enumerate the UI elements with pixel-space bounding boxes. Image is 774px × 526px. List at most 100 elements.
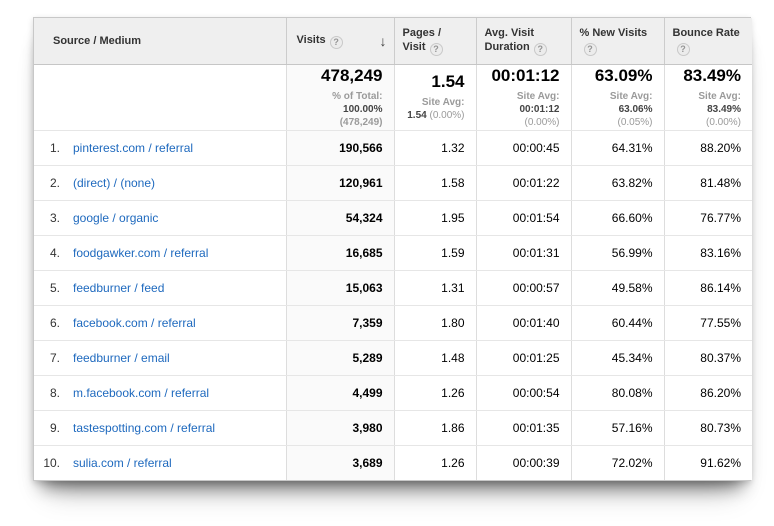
table-row: 5.feedburner / feed 15,063 1.31 00:00:57… bbox=[34, 270, 752, 305]
column-header-pages-visit[interactable]: Pages / Visit? bbox=[394, 18, 476, 64]
table-row: 9.tastespotting.com / referral 3,980 1.8… bbox=[34, 410, 752, 445]
summary-empty-cell bbox=[34, 64, 286, 130]
new-visits-cell: 56.99% bbox=[571, 235, 664, 270]
visits-cell: 3,689 bbox=[286, 445, 394, 480]
source-link[interactable]: pinterest.com / referral bbox=[73, 141, 193, 155]
visits-cell: 4,499 bbox=[286, 375, 394, 410]
source-cell: 10.sulia.com / referral bbox=[34, 445, 286, 480]
new-visits-cell: 63.82% bbox=[571, 165, 664, 200]
row-index: 1. bbox=[34, 141, 60, 155]
table-row: 7.feedburner / email 5,289 1.48 00:01:25… bbox=[34, 340, 752, 375]
bounce-rate-cell: 76.77% bbox=[664, 200, 752, 235]
column-label: Duration bbox=[485, 41, 530, 53]
source-cell: 8.m.facebook.com / referral bbox=[34, 375, 286, 410]
row-index: 3. bbox=[34, 211, 60, 225]
avg-duration-cell: 00:01:35 bbox=[476, 410, 571, 445]
table-row: 1.pinterest.com / referral 190,566 1.32 … bbox=[34, 130, 752, 165]
source-cell: 9.tastespotting.com / referral bbox=[34, 410, 286, 445]
column-label: % New Visits bbox=[580, 26, 656, 40]
visits-cell: 16,685 bbox=[286, 235, 394, 270]
bounce-rate-cell: 81.48% bbox=[664, 165, 752, 200]
row-index: 7. bbox=[34, 351, 60, 365]
new-visits-cell: 60.44% bbox=[571, 305, 664, 340]
new-visits-cell: 66.60% bbox=[571, 200, 664, 235]
summary-visits: 478,249 % of Total: 100.00% (478,249) bbox=[286, 64, 394, 130]
avg-duration-cell: 00:00:57 bbox=[476, 270, 571, 305]
source-cell: 5.feedburner / feed bbox=[34, 270, 286, 305]
row-index: 2. bbox=[34, 176, 60, 190]
source-medium-table: Source / Medium Visits? ↓ Pages / Visit?… bbox=[33, 17, 751, 481]
column-label: Bounce Rate bbox=[673, 26, 745, 40]
visits-cell: 54,324 bbox=[286, 200, 394, 235]
summary-value: 00:01:12 bbox=[488, 66, 560, 86]
source-link[interactable]: feedburner / feed bbox=[73, 281, 164, 295]
avg-duration-cell: 00:01:31 bbox=[476, 235, 571, 270]
pages-visit-cell: 1.59 bbox=[394, 235, 476, 270]
bounce-rate-cell: 80.73% bbox=[664, 410, 752, 445]
visits-cell: 3,980 bbox=[286, 410, 394, 445]
column-label: Visits bbox=[297, 34, 326, 46]
source-link[interactable]: m.facebook.com / referral bbox=[73, 386, 209, 400]
pages-visit-cell: 1.95 bbox=[394, 200, 476, 235]
bounce-rate-cell: 83.16% bbox=[664, 235, 752, 270]
help-icon[interactable]: ? bbox=[584, 43, 597, 56]
header-row: Source / Medium Visits? ↓ Pages / Visit?… bbox=[34, 18, 752, 64]
column-header-source-medium[interactable]: Source / Medium bbox=[34, 18, 286, 64]
new-visits-cell: 72.02% bbox=[571, 445, 664, 480]
help-icon[interactable]: ? bbox=[330, 36, 343, 49]
source-cell: 7. feedburner / email bbox=[34, 340, 286, 375]
avg-duration-cell: 00:00:45 bbox=[476, 130, 571, 165]
analytics-report-canvas: Source / Medium Visits? ↓ Pages / Visit?… bbox=[0, 0, 774, 526]
help-icon[interactable]: ? bbox=[534, 43, 547, 56]
source-cell: 1. pinterest.com / referral bbox=[34, 130, 286, 165]
bounce-rate-cell: 86.20% bbox=[664, 375, 752, 410]
new-visits-cell: 57.16% bbox=[571, 410, 664, 445]
table-row: 10.sulia.com / referral 3,689 1.26 00:00… bbox=[34, 445, 752, 480]
bounce-rate-cell: 86.14% bbox=[664, 270, 752, 305]
help-icon[interactable]: ? bbox=[677, 43, 690, 56]
source-link[interactable]: facebook.com / referral bbox=[73, 316, 196, 330]
summary-value: 1.54 bbox=[406, 72, 465, 92]
sort-descending-icon[interactable]: ↓ bbox=[380, 34, 387, 48]
avg-duration-cell: 00:01:25 bbox=[476, 340, 571, 375]
table-row: 8.m.facebook.com / referral 4,499 1.26 0… bbox=[34, 375, 752, 410]
source-link[interactable]: feedburner / email bbox=[73, 351, 170, 365]
avg-duration-cell: 00:00:39 bbox=[476, 445, 571, 480]
source-cell: 6.facebook.com / referral bbox=[34, 305, 286, 340]
summary-avg-visit-duration: 00:01:12 Site Avg: 00:01:12 (0.00%) bbox=[476, 64, 571, 130]
summary-value: 478,249 bbox=[298, 66, 383, 86]
source-link[interactable]: google / organic bbox=[73, 211, 158, 225]
row-index: 4. bbox=[34, 246, 60, 260]
help-icon[interactable]: ? bbox=[430, 43, 443, 56]
column-header-avg-visit-duration[interactable]: Avg. Visit Duration? bbox=[476, 18, 571, 64]
pages-visit-cell: 1.26 bbox=[394, 445, 476, 480]
pages-visit-cell: 1.48 bbox=[394, 340, 476, 375]
column-label: Source / Medium bbox=[53, 35, 141, 47]
visits-cell: 120,961 bbox=[286, 165, 394, 200]
source-link[interactable]: (direct) / (none) bbox=[73, 176, 155, 190]
source-link[interactable]: sulia.com / referral bbox=[73, 456, 172, 470]
pages-visit-cell: 1.31 bbox=[394, 270, 476, 305]
column-header-visits[interactable]: Visits? ↓ bbox=[286, 18, 394, 64]
pages-visit-cell: 1.32 bbox=[394, 130, 476, 165]
avg-duration-cell: 00:01:40 bbox=[476, 305, 571, 340]
summary-bounce-rate: 83.49% Site Avg: 83.49% (0.00%) bbox=[664, 64, 752, 130]
new-visits-cell: 49.58% bbox=[571, 270, 664, 305]
column-header-bounce-rate[interactable]: Bounce Rate ? bbox=[664, 18, 752, 64]
summary-row: 478,249 % of Total: 100.00% (478,249) 1.… bbox=[34, 64, 752, 130]
bounce-rate-cell: 91.62% bbox=[664, 445, 752, 480]
source-link[interactable]: foodgawker.com / referral bbox=[73, 246, 208, 260]
column-label: Visit bbox=[403, 41, 426, 53]
summary-value: 83.49% bbox=[676, 66, 742, 86]
pages-visit-cell: 1.80 bbox=[394, 305, 476, 340]
summary-pages-visit: 1.54 Site Avg: 1.54 (0.00%) bbox=[394, 64, 476, 130]
source-cell: 4. foodgawker.com / referral bbox=[34, 235, 286, 270]
bounce-rate-cell: 77.55% bbox=[664, 305, 752, 340]
column-label: Pages / bbox=[403, 26, 468, 40]
column-label: Avg. Visit bbox=[485, 26, 563, 40]
column-header-new-visits[interactable]: % New Visits ? bbox=[571, 18, 664, 64]
source-link[interactable]: tastespotting.com / referral bbox=[73, 421, 215, 435]
avg-duration-cell: 00:00:54 bbox=[476, 375, 571, 410]
source-cell: 2. (direct) / (none) bbox=[34, 165, 286, 200]
traffic-sources-table: Source / Medium Visits? ↓ Pages / Visit?… bbox=[34, 18, 752, 480]
